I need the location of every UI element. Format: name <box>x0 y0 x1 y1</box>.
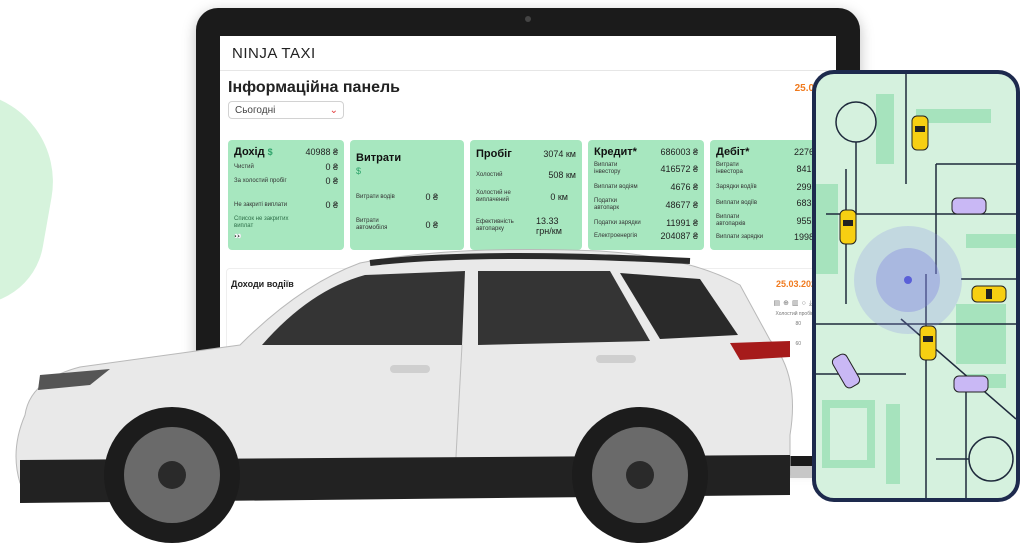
mileage-title: Пробіг <box>476 148 512 160</box>
mileage-eff-value: 13.33 грн/км <box>536 216 562 236</box>
reset-icon[interactable]: ○ <box>802 300 809 307</box>
income-open-value: 0 ₴ <box>325 200 338 210</box>
car-door-handle <box>596 355 636 363</box>
expenses-cars-label: Витрати автомобіля <box>356 218 388 231</box>
credit-row-label: Виплати водіям <box>594 183 638 190</box>
credit-row-value: 416572 ₴ <box>660 164 698 174</box>
credit-row-value: 11991 ₴ <box>666 218 698 228</box>
car-icon[interactable] <box>953 375 989 393</box>
chevron-down-icon: ⌄ <box>329 105 338 116</box>
taxi-icon[interactable] <box>839 209 857 245</box>
credit-title: Кредит* <box>594 146 637 158</box>
debit-row-label: Виплати водіїв <box>716 199 758 206</box>
car-door-handle <box>390 365 430 373</box>
taxi-icon[interactable] <box>971 285 1007 303</box>
credit-total: 686003 ₴ <box>660 147 698 157</box>
eyes-icon[interactable]: 👀 <box>234 234 241 241</box>
debit-row-label: Зарядки водіїв <box>716 183 757 190</box>
car-illustration <box>15 249 793 543</box>
map-block <box>816 184 838 274</box>
debit-title: Дебіт* <box>716 146 750 158</box>
mileage-idle-label: Холостий <box>476 171 503 178</box>
income-net-value: 0 ₴ <box>325 162 338 172</box>
taxi-icon[interactable] <box>919 325 937 361</box>
app-header: NINJA TAXI <box>220 36 836 71</box>
credit-row-label: Електроенергія <box>594 232 638 239</box>
income-card[interactable]: Дохід $ 40988 ₴ Чистий 0 ₴ За холостий п… <box>228 140 344 250</box>
debit-row-label: Виплати зарядки <box>716 233 764 240</box>
map-block <box>886 404 900 484</box>
mileage-card[interactable]: Пробіг 3074 км Холостий 508 км Холостий … <box>470 140 582 250</box>
income-idle-value: 0 ₴ <box>325 176 338 186</box>
credit-row-label: Податки зарядки <box>594 219 641 226</box>
mileage-unpaid-value: 0 км <box>550 192 568 202</box>
taxi-icon[interactable] <box>911 115 929 151</box>
car-wheel <box>104 407 240 543</box>
income-net-label: Чистий <box>234 163 254 170</box>
credit-row-value: 48677 ₴ <box>665 200 698 210</box>
map-block <box>966 234 1016 248</box>
income-title: Дохід <box>234 146 265 158</box>
camera-icon <box>525 16 531 22</box>
period-select[interactable]: Сьогодні ⌄ <box>228 101 344 119</box>
credit-row-label: Податки автопарк <box>594 198 619 211</box>
income-open-label: Не закриті виплати <box>234 201 288 208</box>
location-pin-icon[interactable] <box>904 276 912 284</box>
map-block <box>956 304 1006 364</box>
expenses-drivers-label: Витрати водів <box>356 193 395 200</box>
expenses-drivers-value: 0 ₴ <box>425 192 438 202</box>
mileage-eff-label: Ефективність автопарку <box>476 219 514 232</box>
map-illustration <box>816 74 1016 498</box>
page-title: Інформаційна панель <box>228 79 401 96</box>
dashboard-header: Інформаційна панель 25.03.2 Сьогодні ⌄ <box>220 71 836 129</box>
debit-row-label: Витрати інвестора <box>716 162 743 175</box>
credit-row-value: 204087 ₴ <box>660 231 698 241</box>
expenses-cars-value: 0 ₴ <box>425 220 438 230</box>
income-total: 40988 ₴ <box>305 147 338 157</box>
income-idle-label: За холостий пробіг <box>234 177 287 184</box>
phone-map <box>812 70 1020 502</box>
credit-row-value: 4676 ₴ <box>670 182 698 192</box>
expenses-title: Витрати <box>356 152 402 164</box>
stat-cards: Дохід $ 40988 ₴ Чистий 0 ₴ За холостий п… <box>228 140 836 250</box>
expenses-card[interactable]: Витрати $ Витрати водів 0 ₴ Витрати авто… <box>350 140 464 250</box>
car-taillight <box>730 341 790 360</box>
mileage-total: 3074 км <box>543 149 576 159</box>
map-block <box>822 400 875 468</box>
money-icon: $ <box>267 147 273 157</box>
credit-row-label: Виплати інвестору <box>594 162 621 175</box>
period-select-value: Сьогодні <box>235 105 276 116</box>
money-icon: $ <box>356 166 362 176</box>
car-icon[interactable] <box>831 352 862 389</box>
car-icon[interactable] <box>951 197 987 215</box>
debit-row-label: Виплати автопарків <box>716 214 746 227</box>
car-wheel <box>572 407 708 543</box>
map-block <box>876 94 894 164</box>
mileage-unpaid-label: Холостий не виплачений <box>476 190 511 203</box>
income-list-link[interactable]: Список не закритих виплат <box>234 216 294 230</box>
mileage-idle-value: 508 км <box>548 170 576 180</box>
credit-card[interactable]: Кредит* 686003 ₴ Виплати інвестору 41657… <box>588 140 704 250</box>
app-brand[interactable]: NINJA TAXI <box>232 45 316 62</box>
